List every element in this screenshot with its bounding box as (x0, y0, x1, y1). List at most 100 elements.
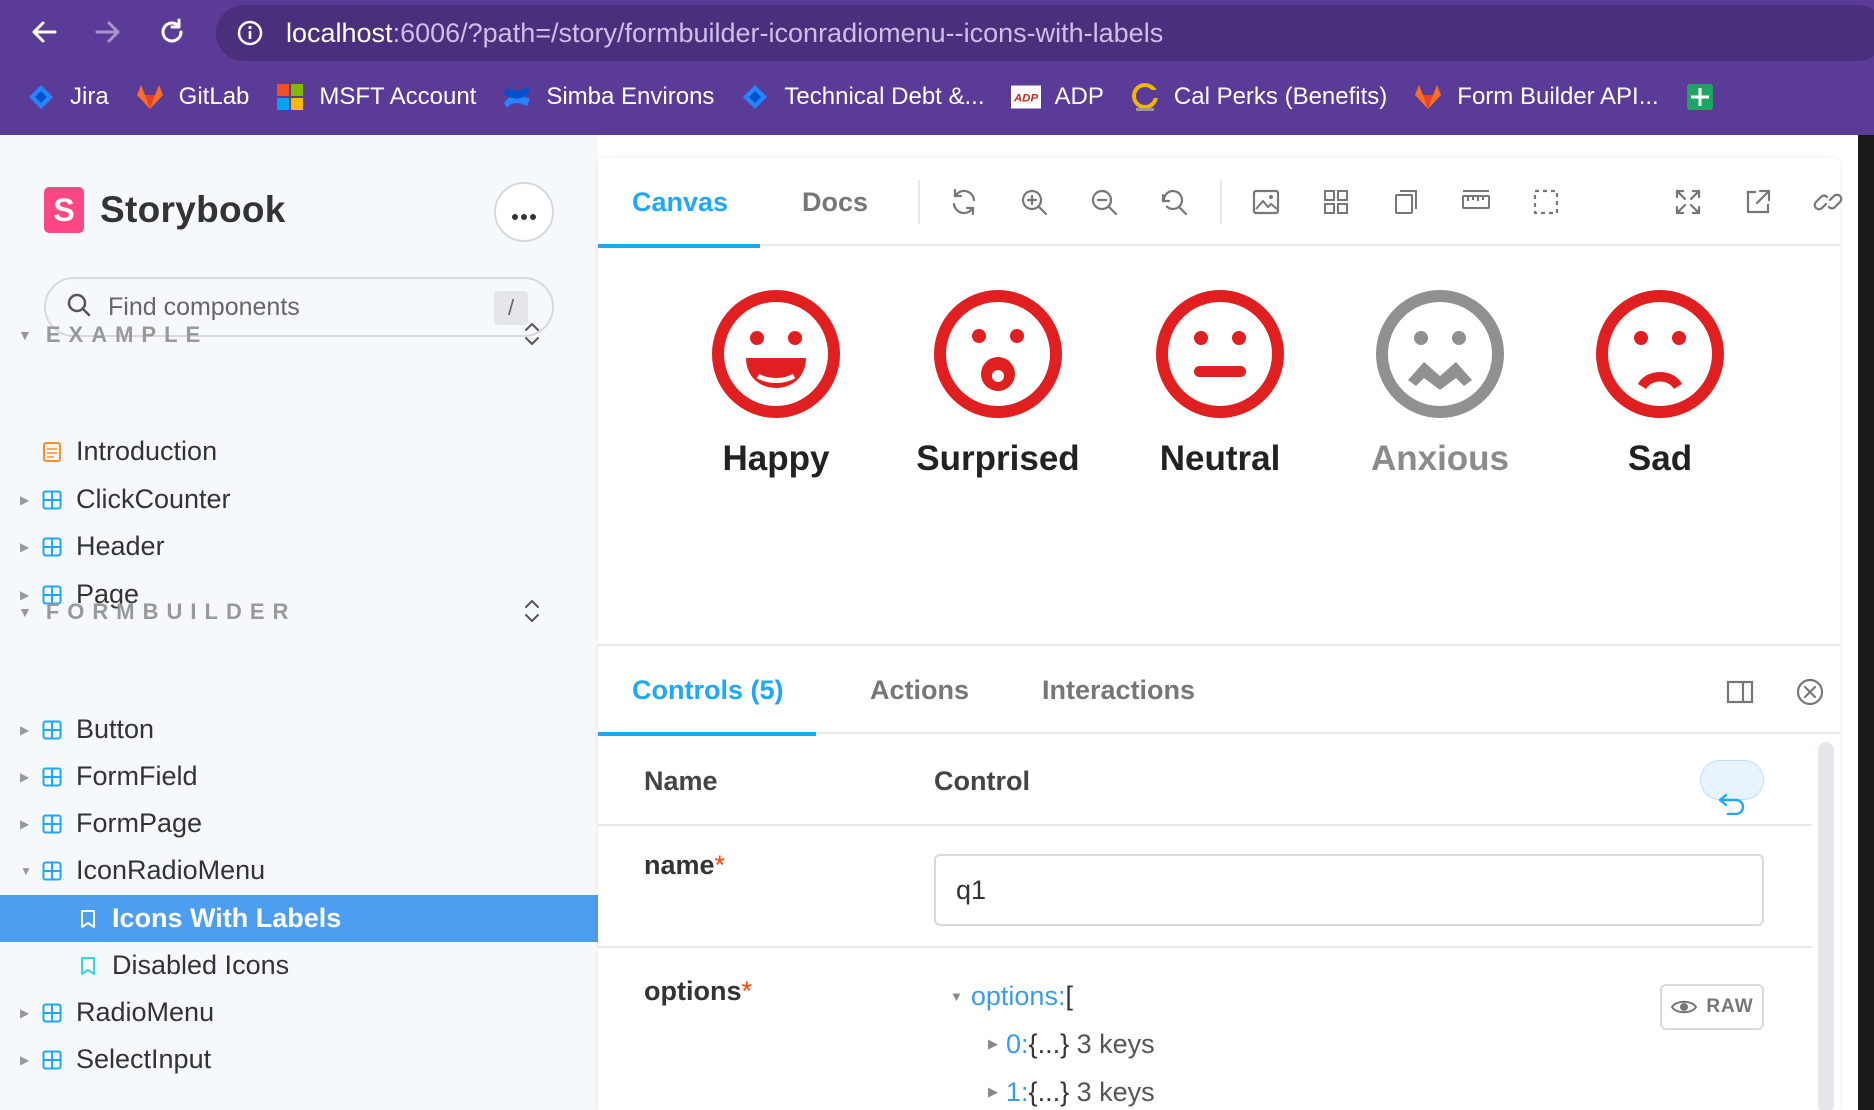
calperks-icon (1130, 82, 1160, 112)
scrollbar[interactable] (1818, 742, 1834, 1110)
reload-icon (157, 17, 187, 52)
sidebar-item-icons-with-labels[interactable]: Icons With Labels (0, 895, 598, 942)
bookmark-msft-account[interactable]: MSFT Account (275, 82, 476, 112)
required-marker: * (741, 976, 752, 1006)
bookmark-gitlab[interactable]: GitLab (135, 82, 249, 112)
option-label: Anxious (1370, 439, 1510, 478)
copy-link-icon[interactable] (1810, 184, 1846, 220)
viewport-icon[interactable] (1388, 184, 1424, 220)
json-array-item[interactable]: ▶ 1 : {...} 3 keys (950, 1068, 1155, 1110)
sidebar-item-formpage[interactable]: ▶ FormPage (0, 800, 598, 847)
preview-toolbar: Canvas Docs (597, 158, 1843, 248)
sidebar-item-header[interactable]: ▶ Header (0, 523, 598, 570)
caret-right-icon: ▶ (20, 492, 30, 507)
measure-icon[interactable] (1458, 184, 1494, 220)
bookmark-jira[interactable]: Jira (26, 82, 109, 112)
jira-icon (26, 82, 56, 112)
url-host: localhost (286, 17, 393, 48)
arrow-right-icon (93, 17, 123, 52)
caret-right-icon: ▶ (20, 539, 30, 554)
json-array-item[interactable]: ▶ 0 : {...} 3 keys (950, 1020, 1155, 1068)
column-name-header: Name (644, 766, 718, 796)
zoom-in-icon[interactable] (1016, 184, 1052, 220)
tab-canvas[interactable]: Canvas (597, 158, 761, 248)
radio-option-surprised[interactable]: Surprised (898, 288, 1098, 479)
preview-panel: Canvas Docs Happy Surprised Neutral Anxi… (597, 158, 1843, 1110)
outline-icon[interactable] (1528, 184, 1564, 220)
section-header-formbuilder[interactable]: ▼ FORMBUILDER (18, 599, 296, 625)
caret-right-icon: ▶ (20, 722, 30, 737)
remount-icon[interactable] (946, 184, 982, 220)
controls-header: Name Control (598, 736, 1812, 826)
sidebar-item-selectinput[interactable]: ▶ SelectInput (0, 1036, 598, 1083)
sidebar-item-iconradiomenu[interactable]: ▼ IconRadioMenu (0, 847, 598, 894)
options-json-editor[interactable]: ▼ options : [ ▶ 0 : {...} 3 keys ▶ 1 : {… (950, 972, 1155, 1110)
brand-title: Storybook (100, 189, 286, 230)
more-options-button[interactable] (494, 182, 554, 242)
raw-toggle-button[interactable]: RAW (1660, 984, 1764, 1030)
caret-right-icon: ▶ (20, 1005, 30, 1020)
name-text-field[interactable] (934, 854, 1764, 926)
toolbar-divider (918, 180, 920, 224)
sidebar-item-button[interactable]: ▶ Button (0, 706, 598, 753)
section-header-example[interactable]: ▼ EXAMPLE (18, 322, 208, 348)
sidebar-item-formfield[interactable]: ▶ FormField (0, 753, 598, 800)
expand-collapse-icon[interactable] (520, 320, 544, 348)
document-icon (42, 441, 62, 462)
neutral-face-icon (1154, 288, 1286, 425)
gitlab-icon (135, 82, 165, 112)
open-new-tab-icon[interactable] (1740, 184, 1776, 220)
background-icon[interactable] (1248, 184, 1284, 220)
caret-down-icon: ▼ (20, 863, 32, 878)
grid-icon[interactable] (1318, 184, 1354, 220)
tab-actions[interactable]: Actions (870, 646, 969, 734)
panel-orientation-icon[interactable] (1722, 674, 1758, 710)
bookmark-technical-debt[interactable]: Technical Debt &... (740, 82, 985, 112)
story-canvas: Happy Surprised Neutral Anxious Sad (598, 248, 1840, 643)
happy-face-icon (710, 288, 842, 425)
reload-button[interactable] (150, 12, 194, 56)
control-row-name-label: name* (644, 850, 726, 880)
back-button[interactable] (22, 12, 66, 56)
tab-interactions[interactable]: Interactions (1042, 646, 1195, 734)
ellipsis-icon (511, 197, 537, 227)
sad-face-icon (1594, 288, 1726, 425)
jira-icon (740, 82, 770, 112)
radio-option-happy[interactable]: Happy (676, 288, 876, 479)
address-bar[interactable]: localhost:6006/?path=/story/formbuilder-… (216, 5, 1874, 61)
forward-button[interactable] (86, 12, 130, 56)
radio-option-neutral[interactable]: Neutral (1120, 288, 1320, 479)
close-icon[interactable] (1792, 674, 1828, 710)
json-root-node[interactable]: ▼ options : [ (950, 972, 1155, 1020)
bookmark-form-builder-api[interactable]: Form Builder API... (1413, 82, 1659, 112)
bookmark-overflow[interactable] (1685, 82, 1729, 112)
sidebar-item-clickcounter[interactable]: ▶ ClickCounter (0, 476, 598, 523)
bookmark-cal-perks[interactable]: Cal Perks (Benefits) (1130, 82, 1387, 112)
fullscreen-icon[interactable] (1670, 184, 1706, 220)
bookmark-adp[interactable]: ADP ADP (1010, 82, 1104, 112)
radio-option-sad[interactable]: Sad (1560, 288, 1760, 479)
row-divider (598, 946, 1812, 948)
sidebar-item-introduction[interactable]: Introduction (0, 428, 598, 475)
storybook-brand[interactable]: S Storybook (44, 187, 286, 233)
reset-controls-button[interactable] (1700, 760, 1764, 816)
eye-icon (1670, 997, 1698, 1017)
tab-docs[interactable]: Docs (802, 158, 868, 246)
component-icon (42, 720, 62, 740)
arrow-left-icon (29, 17, 59, 52)
sidebar-item-radiomenu[interactable]: ▶ RadioMenu (0, 989, 598, 1036)
search-placeholder: Find components (108, 292, 300, 321)
component-icon (42, 814, 62, 834)
expand-collapse-icon[interactable] (520, 597, 544, 625)
zoom-reset-icon[interactable] (1156, 184, 1192, 220)
caret-down-icon: ▼ (18, 327, 32, 343)
anxious-face-icon (1374, 288, 1506, 425)
caret-down-icon: ▼ (18, 604, 32, 620)
zoom-out-icon[interactable] (1086, 184, 1122, 220)
search-icon (66, 292, 92, 323)
tab-controls[interactable]: Controls (5) (598, 646, 815, 736)
bookmark-simba-environs[interactable]: Simba Environs (502, 82, 714, 112)
info-icon[interactable] (236, 19, 264, 47)
sidebar-item-disabled-icons[interactable]: Disabled Icons (0, 942, 598, 989)
caret-right-icon: ▶ (20, 769, 30, 784)
